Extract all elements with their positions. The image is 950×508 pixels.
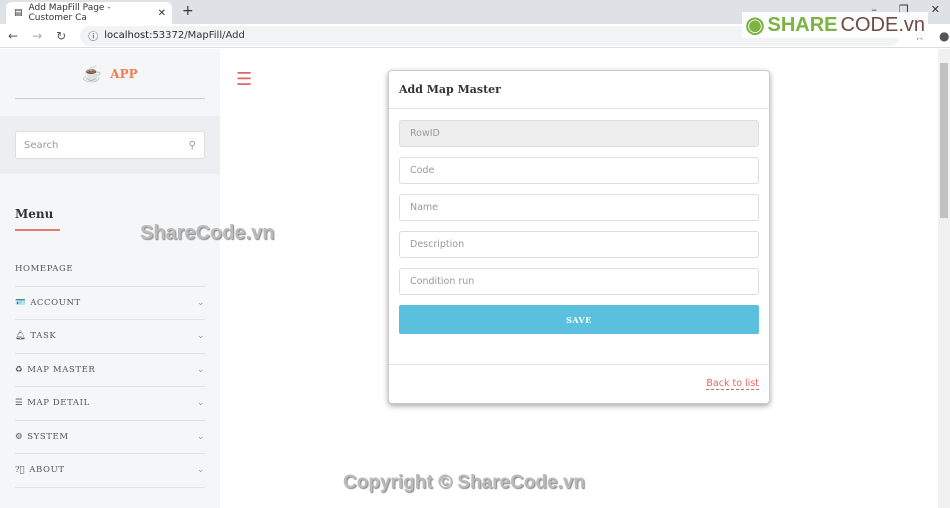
sidebar-item-task[interactable]: 🔔︎ TASK ⌄ bbox=[15, 320, 205, 354]
sidebar: ☕ APP Search ⚲ Menu HOMEPAGE 🪪 ACCOUNT ⌄ 🔔︎ T… bbox=[0, 49, 220, 508]
cogs-icon: ⚙ bbox=[15, 431, 24, 442]
close-window-icon[interactable]: ✕ bbox=[931, 3, 940, 16]
search-icon[interactable]: ⚲ bbox=[189, 140, 196, 151]
sidebar-item-map-master[interactable]: ♻ MAP MASTER ⌄ bbox=[15, 354, 205, 387]
add-map-master-form: Add Map Master RowID Code Name Descripti… bbox=[388, 70, 770, 404]
main-content: ☰ Add Map Master RowID Code Name Descrip… bbox=[220, 49, 938, 508]
chevron-down-icon[interactable]: ⌄ bbox=[197, 398, 205, 408]
sidebar-item-label: MAP MASTER bbox=[27, 364, 96, 375]
sidebar-item-label: HOMEPAGE bbox=[15, 264, 74, 275]
browser-tab[interactable]: ▤ Add MapFill Page - Customer Ca ✕ bbox=[6, 2, 172, 24]
sharecode-logo: ◉ SHARE CODE.vn bbox=[742, 12, 928, 38]
sidebar-item-homepage[interactable]: HOMEPAGE bbox=[15, 253, 205, 287]
sidebar-item-label: SYSTEM bbox=[27, 431, 69, 442]
chevron-down-icon[interactable]: ⌄ bbox=[197, 432, 205, 442]
new-tab-button[interactable]: + bbox=[182, 3, 194, 19]
info-icon: ⓘ bbox=[88, 32, 99, 43]
sidebar-item-label: TASK bbox=[30, 331, 57, 342]
back-icon[interactable]: ← bbox=[8, 29, 18, 43]
sidebar-item-about[interactable]: ?⃝ ABOUT ⌄ bbox=[15, 454, 205, 488]
form-title: Add Map Master bbox=[389, 71, 769, 109]
reload-icon[interactable]: ↻ bbox=[56, 29, 66, 43]
search-input[interactable]: Search ⚲ bbox=[15, 131, 205, 159]
sidebar-item-label: ABOUT bbox=[29, 465, 65, 476]
id-card-icon: 🪪 bbox=[15, 297, 27, 308]
hamburger-menu-icon[interactable]: ☰ bbox=[236, 69, 252, 90]
coffee-icon: ☕ bbox=[82, 64, 103, 83]
scrollbar[interactable] bbox=[938, 49, 950, 508]
name-field[interactable]: Name bbox=[399, 194, 759, 221]
save-button[interactable]: SAVE bbox=[399, 305, 759, 334]
search-placeholder: Search bbox=[24, 139, 59, 151]
url-host: localhost bbox=[104, 30, 150, 41]
condition-run-field[interactable]: Condition run bbox=[399, 268, 759, 295]
chevron-down-icon[interactable]: ⌄ bbox=[197, 465, 205, 475]
rowid-field: RowID bbox=[399, 120, 759, 147]
back-to-list-link[interactable]: Back to list bbox=[706, 378, 759, 390]
sidebar-item-account[interactable]: 🪪 ACCOUNT ⌄ bbox=[15, 287, 205, 320]
watermark-center: ShareCode.vn bbox=[140, 222, 275, 244]
tab-title: Add MapFill Page - Customer Ca bbox=[28, 3, 111, 23]
forward-icon[interactable]: → bbox=[32, 29, 42, 43]
url-path: :53372/MapFill/Add bbox=[149, 30, 245, 41]
question-circle-icon: ?⃝ bbox=[15, 465, 26, 476]
code-field[interactable]: Code bbox=[399, 157, 759, 184]
sidebar-menu: HOMEPAGE 🪪 ACCOUNT ⌄ 🔔︎ TASK ⌄ ♻ MAP MASTER ⌄ … bbox=[15, 253, 205, 488]
close-tab-icon[interactable]: ✕ bbox=[158, 8, 166, 19]
app-logo[interactable]: ☕ APP bbox=[15, 49, 205, 99]
chevron-down-icon[interactable]: ⌄ bbox=[197, 298, 205, 308]
logo-text: APP bbox=[110, 66, 138, 81]
signpost-icon: ☰ bbox=[15, 398, 24, 409]
sidebar-item-label: ACCOUNT bbox=[30, 297, 81, 308]
scrollbar-thumb[interactable] bbox=[940, 63, 948, 218]
recycle-icon: ♻ bbox=[15, 364, 24, 375]
page-icon: ▤ bbox=[14, 8, 23, 18]
chevron-down-icon[interactable]: ⌄ bbox=[197, 331, 205, 341]
sidebar-item-map-detail[interactable]: ☰ MAP DETAIL ⌄ bbox=[15, 387, 205, 421]
watermark-copyright: Copyright © ShareCode.vn bbox=[343, 472, 586, 493]
menu-title: Menu bbox=[15, 207, 60, 231]
description-field[interactable]: Description bbox=[399, 231, 759, 258]
bell-icon: 🔔︎ bbox=[15, 331, 27, 342]
chevron-down-icon[interactable]: ⌄ bbox=[197, 365, 205, 375]
sidebar-item-system[interactable]: ⚙ SYSTEM ⌄ bbox=[15, 421, 205, 454]
sidebar-item-label: MAP DETAIL bbox=[27, 398, 90, 409]
profile-icon[interactable]: ● bbox=[939, 29, 949, 43]
